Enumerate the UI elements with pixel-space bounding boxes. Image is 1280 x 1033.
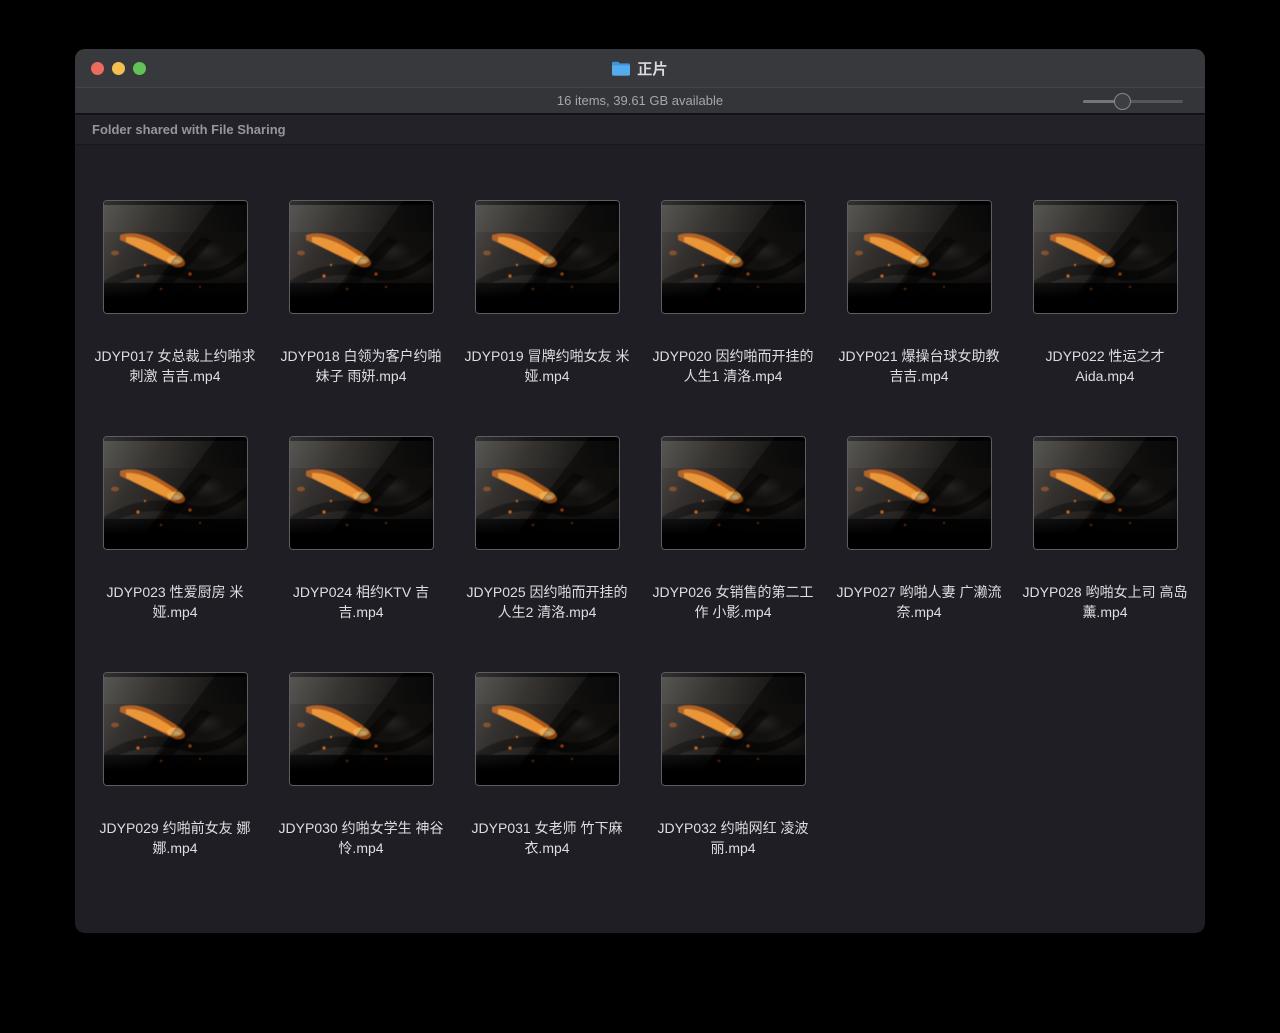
icon-size-slider[interactable]: [1083, 92, 1183, 110]
close-button[interactable]: [91, 62, 104, 75]
video-thumbnail[interactable]: [1034, 437, 1177, 549]
file-item[interactable]: JDYP030 约啪女学生 神谷怜.mp4: [268, 673, 454, 909]
shared-folder-banner: Folder shared with File Sharing: [75, 115, 1205, 145]
video-thumbnail[interactable]: [1034, 201, 1177, 313]
file-name[interactable]: JDYP020 因约啪而开挂的人生1 清洛.mp4: [646, 347, 820, 386]
file-item[interactable]: JDYP019 冒牌约啪女友 米娅.mp4: [454, 201, 640, 437]
video-thumbnail[interactable]: [662, 437, 805, 549]
file-name[interactable]: JDYP018 白领为客户约啪妹子 雨妍.mp4: [274, 347, 448, 386]
video-thumbnail[interactable]: [290, 673, 433, 785]
video-thumbnail[interactable]: [104, 437, 247, 549]
folder-icon: [612, 61, 630, 76]
video-thumbnail[interactable]: [104, 201, 247, 313]
file-item[interactable]: JDYP018 白领为客户约啪妹子 雨妍.mp4: [268, 201, 454, 437]
file-name[interactable]: JDYP024 相约KTV 吉吉.mp4: [274, 583, 448, 622]
file-name[interactable]: JDYP017 女总裁上约啪求刺激 吉吉.mp4: [88, 347, 262, 386]
window-titlebar[interactable]: 正片: [75, 49, 1205, 87]
file-grid: JDYP017 女总裁上约啪求刺激 吉吉.mp4: [82, 201, 1198, 909]
video-thumbnail[interactable]: [290, 437, 433, 549]
file-item[interactable]: JDYP024 相约KTV 吉吉.mp4: [268, 437, 454, 673]
status-text: 16 items, 39.61 GB available: [557, 93, 723, 108]
file-name[interactable]: JDYP021 爆操台球女助教 吉吉.mp4: [832, 347, 1006, 386]
video-thumbnail[interactable]: [848, 201, 991, 313]
file-name[interactable]: JDYP027 哟啪人妻 广濑流奈.mp4: [832, 583, 1006, 622]
zoom-button[interactable]: [133, 62, 146, 75]
file-item[interactable]: JDYP020 因约啪而开挂的人生1 清洛.mp4: [640, 201, 826, 437]
slider-track[interactable]: [1083, 100, 1183, 103]
video-thumbnail[interactable]: [104, 673, 247, 785]
file-item[interactable]: JDYP021 爆操台球女助教 吉吉.mp4: [826, 201, 1012, 437]
file-item[interactable]: JDYP025 因约啪而开挂的人生2 清洛.mp4: [454, 437, 640, 673]
file-item[interactable]: JDYP027 哟啪人妻 广濑流奈.mp4: [826, 437, 1012, 673]
file-name[interactable]: JDYP023 性爱厨房 米娅.mp4: [88, 583, 262, 622]
file-name[interactable]: JDYP030 约啪女学生 神谷怜.mp4: [274, 819, 448, 858]
video-thumbnail[interactable]: [662, 201, 805, 313]
video-thumbnail[interactable]: [476, 673, 619, 785]
window-title-area: 正片: [612, 58, 668, 79]
video-thumbnail[interactable]: [476, 437, 619, 549]
minimize-button[interactable]: [112, 62, 125, 75]
file-item[interactable]: JDYP029 约啪前女友 娜娜.mp4: [82, 673, 268, 909]
slider-knob[interactable]: [1114, 93, 1131, 110]
banner-text: Folder shared with File Sharing: [92, 122, 286, 137]
file-item[interactable]: JDYP032 约啪网红 凌波丽.mp4: [640, 673, 826, 909]
window-title: 正片: [637, 58, 668, 79]
file-name[interactable]: JDYP032 约啪网红 凌波丽.mp4: [646, 819, 820, 858]
finder-window: 正片 16 items, 39.61 GB available Folder s…: [75, 49, 1205, 933]
video-thumbnail[interactable]: [290, 201, 433, 313]
file-name[interactable]: JDYP022 性运之才 Aida.mp4: [1018, 347, 1192, 386]
file-name[interactable]: JDYP029 约啪前女友 娜娜.mp4: [88, 819, 262, 858]
file-name[interactable]: JDYP026 女销售的第二工作 小影.mp4: [646, 583, 820, 622]
file-item[interactable]: JDYP023 性爱厨房 米娅.mp4: [82, 437, 268, 673]
file-item[interactable]: JDYP022 性运之才 Aida.mp4: [1012, 201, 1198, 437]
video-thumbnail[interactable]: [848, 437, 991, 549]
file-item[interactable]: JDYP028 哟啪女上司 高岛薰.mp4: [1012, 437, 1198, 673]
video-thumbnail[interactable]: [476, 201, 619, 313]
file-name[interactable]: JDYP031 女老师 竹下麻衣.mp4: [460, 819, 634, 858]
file-item[interactable]: JDYP026 女销售的第二工作 小影.mp4: [640, 437, 826, 673]
file-name[interactable]: JDYP028 哟啪女上司 高岛薰.mp4: [1018, 583, 1192, 622]
video-thumbnail[interactable]: [662, 673, 805, 785]
file-name[interactable]: JDYP019 冒牌约啪女友 米娅.mp4: [460, 347, 634, 386]
folder-content: JDYP017 女总裁上约啪求刺激 吉吉.mp4: [75, 145, 1205, 930]
traffic-lights: [91, 49, 146, 87]
file-item[interactable]: JDYP017 女总裁上约啪求刺激 吉吉.mp4: [82, 201, 268, 437]
status-bar: 16 items, 39.61 GB available: [75, 87, 1205, 115]
file-name[interactable]: JDYP025 因约啪而开挂的人生2 清洛.mp4: [460, 583, 634, 622]
file-item[interactable]: JDYP031 女老师 竹下麻衣.mp4: [454, 673, 640, 909]
